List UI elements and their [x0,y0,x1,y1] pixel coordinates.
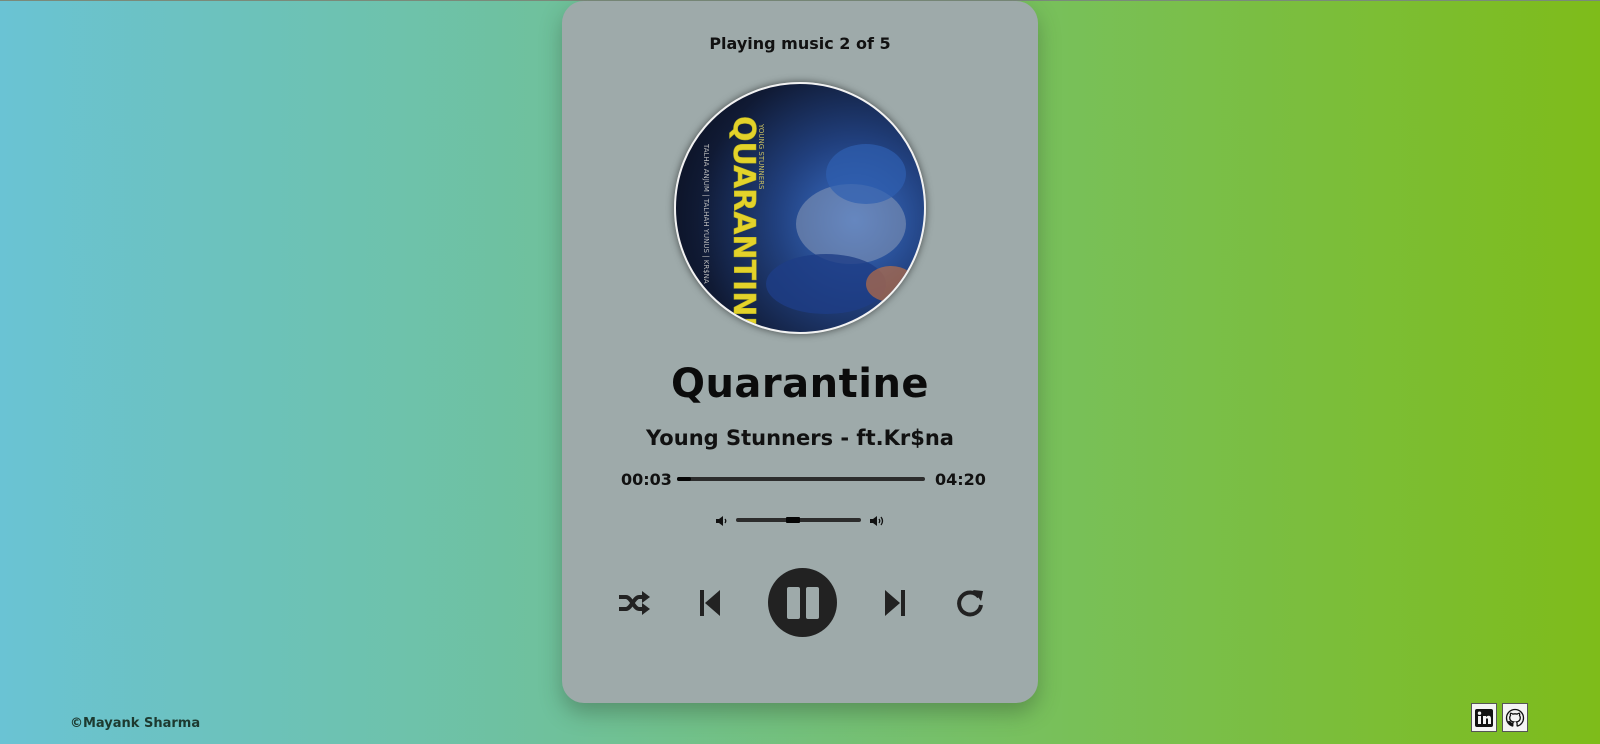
now-playing-status: Playing music 2 of 5 [709,34,891,53]
skip-back-icon [700,590,720,616]
seek-bar[interactable] [677,477,925,481]
album-art: QUARANTINE YOUNG STUNNERS TALHA ANJUM | … [674,82,926,334]
pause-icon [786,586,819,619]
github-icon [1505,708,1525,727]
previous-track-button[interactable] [695,585,725,621]
album-art-credits: TALHA ANJUM | TALHAH YUNUS | KR$NA [702,143,710,284]
seek-bar-progress [677,477,691,481]
play-pause-button[interactable] [768,568,837,637]
volume-high-icon[interactable] [869,513,887,532]
next-track-button[interactable] [880,585,910,621]
track-artist: Young Stunners - ft.Kr$na [646,426,954,450]
album-art-graphic: QUARANTINE YOUNG STUNNERS TALHA ANJUM | … [702,116,916,332]
shuffle-button[interactable] [616,585,652,621]
repeat-icon [957,590,983,617]
linkedin-icon [1475,708,1493,727]
track-duration: 04:20 [935,470,986,489]
album-art-title: QUARANTINE [726,116,761,332]
volume-low-icon[interactable] [715,513,729,532]
linkedin-link[interactable] [1471,703,1497,732]
repeat-button[interactable] [952,585,988,621]
skip-forward-icon [885,590,905,616]
music-player-card: Playing music 2 of 5 QUARANTINE YOUNG ST… [562,1,1038,703]
album-art-subtitle: YOUNG STUNNERS [757,123,765,190]
volume-slider-thumb[interactable] [786,517,800,523]
github-link[interactable] [1502,703,1528,732]
footer-credit: ©Mayank Sharma [70,716,201,731]
current-time: 00:03 [621,470,672,489]
shuffle-icon [619,591,650,615]
volume-slider[interactable] [736,517,861,523]
track-title: Quarantine [670,361,930,407]
